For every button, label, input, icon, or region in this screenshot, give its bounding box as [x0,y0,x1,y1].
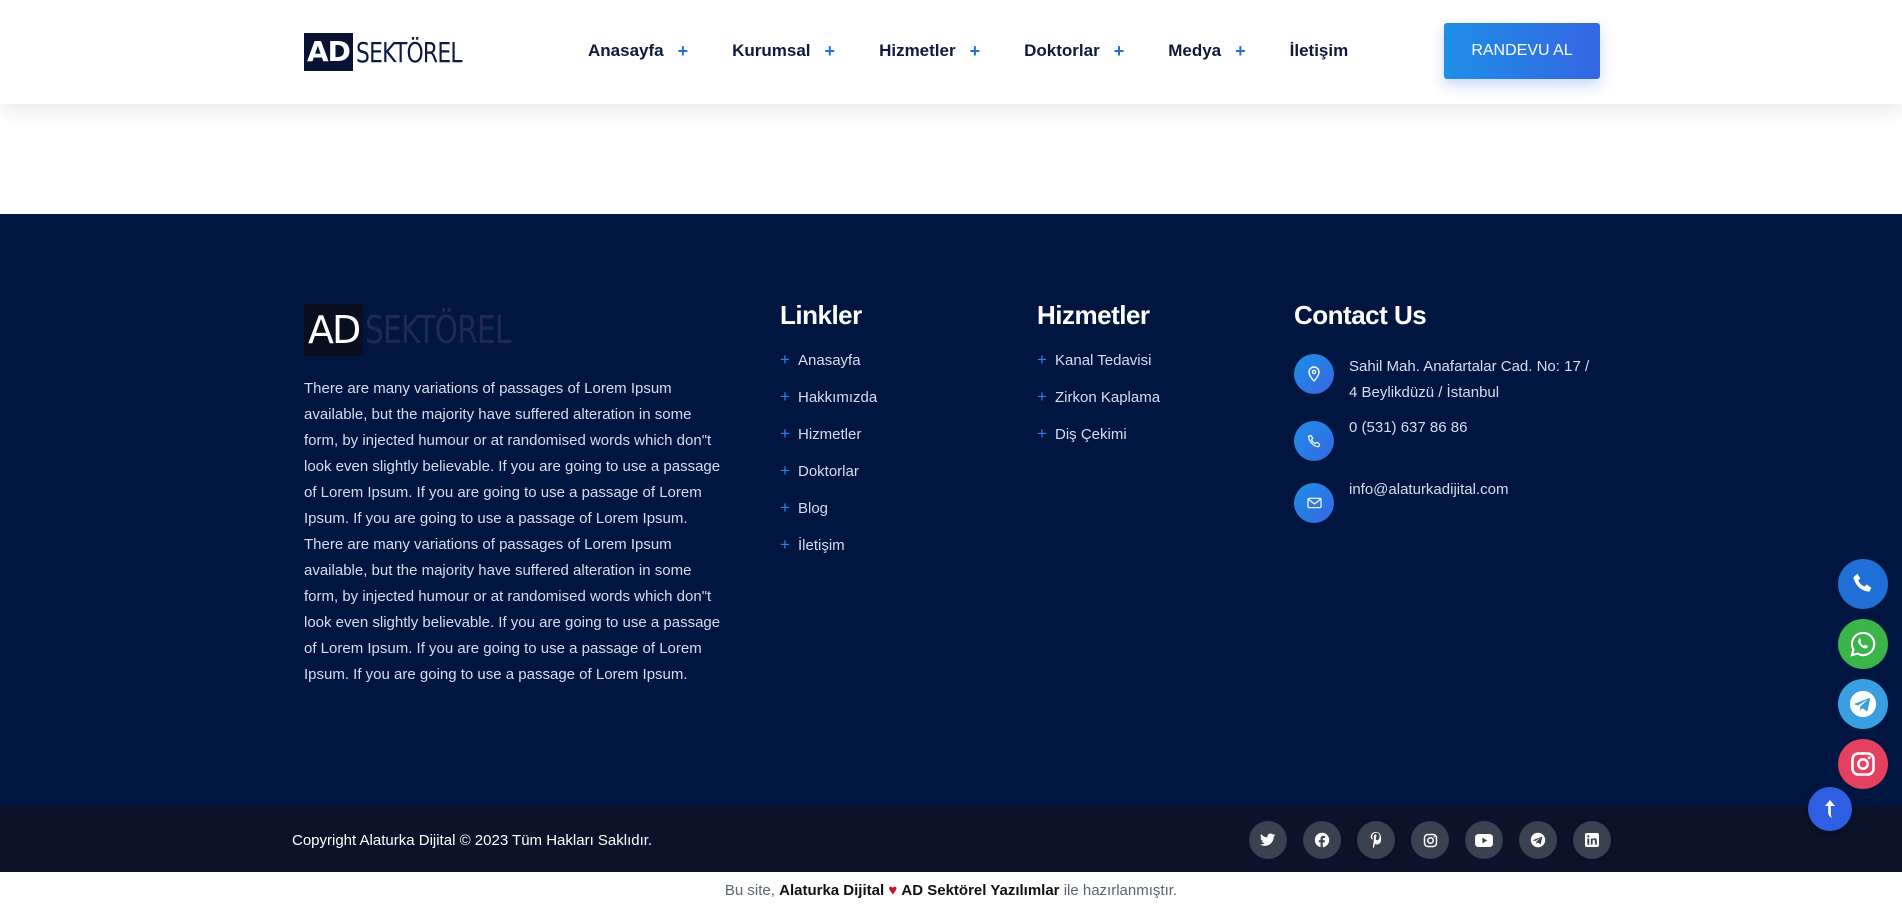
footer-logo-ad: AD [304,304,364,356]
instagram-icon[interactable] [1411,821,1449,859]
contact-phone[interactable]: 0 (531) 637 86 86 [1294,419,1599,461]
plus-icon: + [780,350,790,369]
phone-text: 0 (531) 637 86 86 [1349,419,1468,436]
logo-sektorel: SEKTÖREL [355,35,463,69]
site-logo[interactable]: AD SEKTÖREL [304,33,491,71]
link-label: İletişim [798,537,845,554]
main-nav: Anasayfa + Kurumsal + Hizmetler + Doktorlar… [588,38,1348,64]
plus-icon: + [969,40,981,61]
logo-ad: AD [304,33,353,71]
nav-item-hizmetler[interactable]: Hizmetler + [879,41,980,62]
link-label: Hizmetler [798,426,862,443]
credit-suffix: ile hazırlanmıştır. [1059,882,1178,899]
contact-email[interactable]: info@alaturkadijital.com [1294,481,1599,523]
footer-description: There are many variations of passages of… [304,380,721,683]
nav-item-doktorlar[interactable]: Doktorlar + [1024,41,1124,62]
contact-address: Sahil Mah. Anafartalar Cad. No: 17 / 4 B… [1294,354,1599,406]
linkedin-icon[interactable] [1573,821,1611,859]
plus-icon: + [1037,350,1047,369]
footer-link-doktorlar[interactable]: + Doktorlar [780,461,877,500]
nav-item-anasayfa[interactable]: Anasayfa + [588,41,688,62]
arrow-up-icon [1825,800,1835,818]
plus-icon: + [1037,424,1047,443]
services-title: Hizmetler [1037,300,1150,330]
plus-icon: + [677,40,689,61]
nav-item-kurumsal[interactable]: Kurumsal + [732,41,835,62]
contact-title: Contact Us [1294,300,1427,330]
credit-brand-ad-sektorel[interactable]: AD Sektörel Yazılımlar [901,882,1059,899]
footer-logo-sektorel: SEKTÖREL [365,308,511,352]
email-text: info@alaturkadijital.com [1349,481,1509,498]
footer-link-iletisim[interactable]: + İletişim [780,535,877,574]
address-text: Sahil Mah. Anafartalar Cad. No: 17 / 4 B… [1349,358,1590,401]
float-whatsapp-icon[interactable] [1838,619,1888,669]
scroll-to-top-button[interactable] [1808,787,1852,831]
link-label: Doktorlar [798,463,859,480]
nav-item-iletisim[interactable]: İletişim [1290,41,1349,61]
twitter-icon[interactable] [1249,821,1287,859]
plus-icon: + [1113,40,1125,61]
link-label: Kanal Tedavisi [1055,352,1152,369]
nav-label: Medya [1168,41,1222,60]
copyright-text: Copyright Alaturka Dijital © 2023 Tüm Ha… [292,832,653,849]
plus-icon: + [780,535,790,554]
footer-link-hizmetler[interactable]: + Hizmetler [780,424,877,463]
youtube-icon[interactable] [1465,821,1503,859]
link-label: Zirkon Kaplama [1055,389,1161,406]
link-label: Hakkımızda [798,389,878,406]
float-phone-icon[interactable] [1838,559,1888,609]
float-telegram-icon[interactable] [1838,679,1888,729]
service-link-kanal-tedavisi[interactable]: + Kanal Tedavisi [1037,350,1160,389]
credit-prefix: Bu site, [724,882,780,899]
copyright-bar: Copyright Alaturka Dijital © 2023 Tüm Ha… [0,806,1902,872]
pinterest-icon[interactable] [1357,821,1395,859]
plus-icon: + [780,424,790,443]
float-instagram-icon[interactable] [1838,739,1888,789]
nav-label: Kurumsal [732,41,811,60]
appointment-button[interactable]: RANDEVU AL [1444,23,1600,79]
service-link-zirkon-kaplama[interactable]: + Zirkon Kaplama [1037,387,1161,426]
heart-icon: ♥ [888,882,898,899]
site-header: AD SEKTÖREL Anasayfa + Kurumsal + Hizmetle… [0,0,1902,104]
location-pin-icon [1294,354,1334,394]
link-label: Diş Çekimi [1055,426,1127,443]
nav-label: Hizmetler [879,41,956,60]
footer-link-hakkimizda[interactable]: + Hakkımızda [780,387,878,426]
nav-label: Anasayfa [588,41,664,60]
plus-icon: + [1037,387,1047,406]
footer-link-blog[interactable]: + Blog [780,498,877,537]
service-link-dis-cekimi[interactable]: + Diş Çekimi [1037,424,1160,463]
footer-services: + Kanal Tedavisi + Zirkon Kaplama + Diş Çek… [1037,350,1161,463]
site-footer [0,214,1902,806]
facebook-icon[interactable] [1303,821,1341,859]
nav-item-medya[interactable]: Medya + [1168,41,1245,62]
footer-link-anasayfa[interactable]: + Anasayfa [780,350,877,389]
social-links [1249,821,1627,859]
link-label: Blog [798,500,829,517]
footer-logo[interactable]: AD SEKTÖREL [304,304,552,356]
plus-icon: + [780,387,790,406]
nav-label: Doktorlar [1024,41,1100,60]
phone-icon [1294,421,1334,461]
plus-icon: + [1235,40,1246,61]
credit-brand-alaturka[interactable]: Alaturka Dijital [779,882,884,899]
footer-links: + Anasayfa + Hakkımızda + Hizmetler + Doktor… [780,350,878,574]
nav-label: İletişim [1289,41,1349,60]
mail-icon [1294,483,1334,523]
plus-icon: + [824,40,836,61]
plus-icon: + [780,461,790,480]
links-title: Linkler [780,300,862,330]
telegram-icon[interactable] [1519,821,1557,859]
link-label: Anasayfa [798,352,861,369]
credit-bar: Bu site, Alaturka Dijital ♥ AD Sektörel … [0,872,1902,910]
plus-icon: + [780,498,790,517]
